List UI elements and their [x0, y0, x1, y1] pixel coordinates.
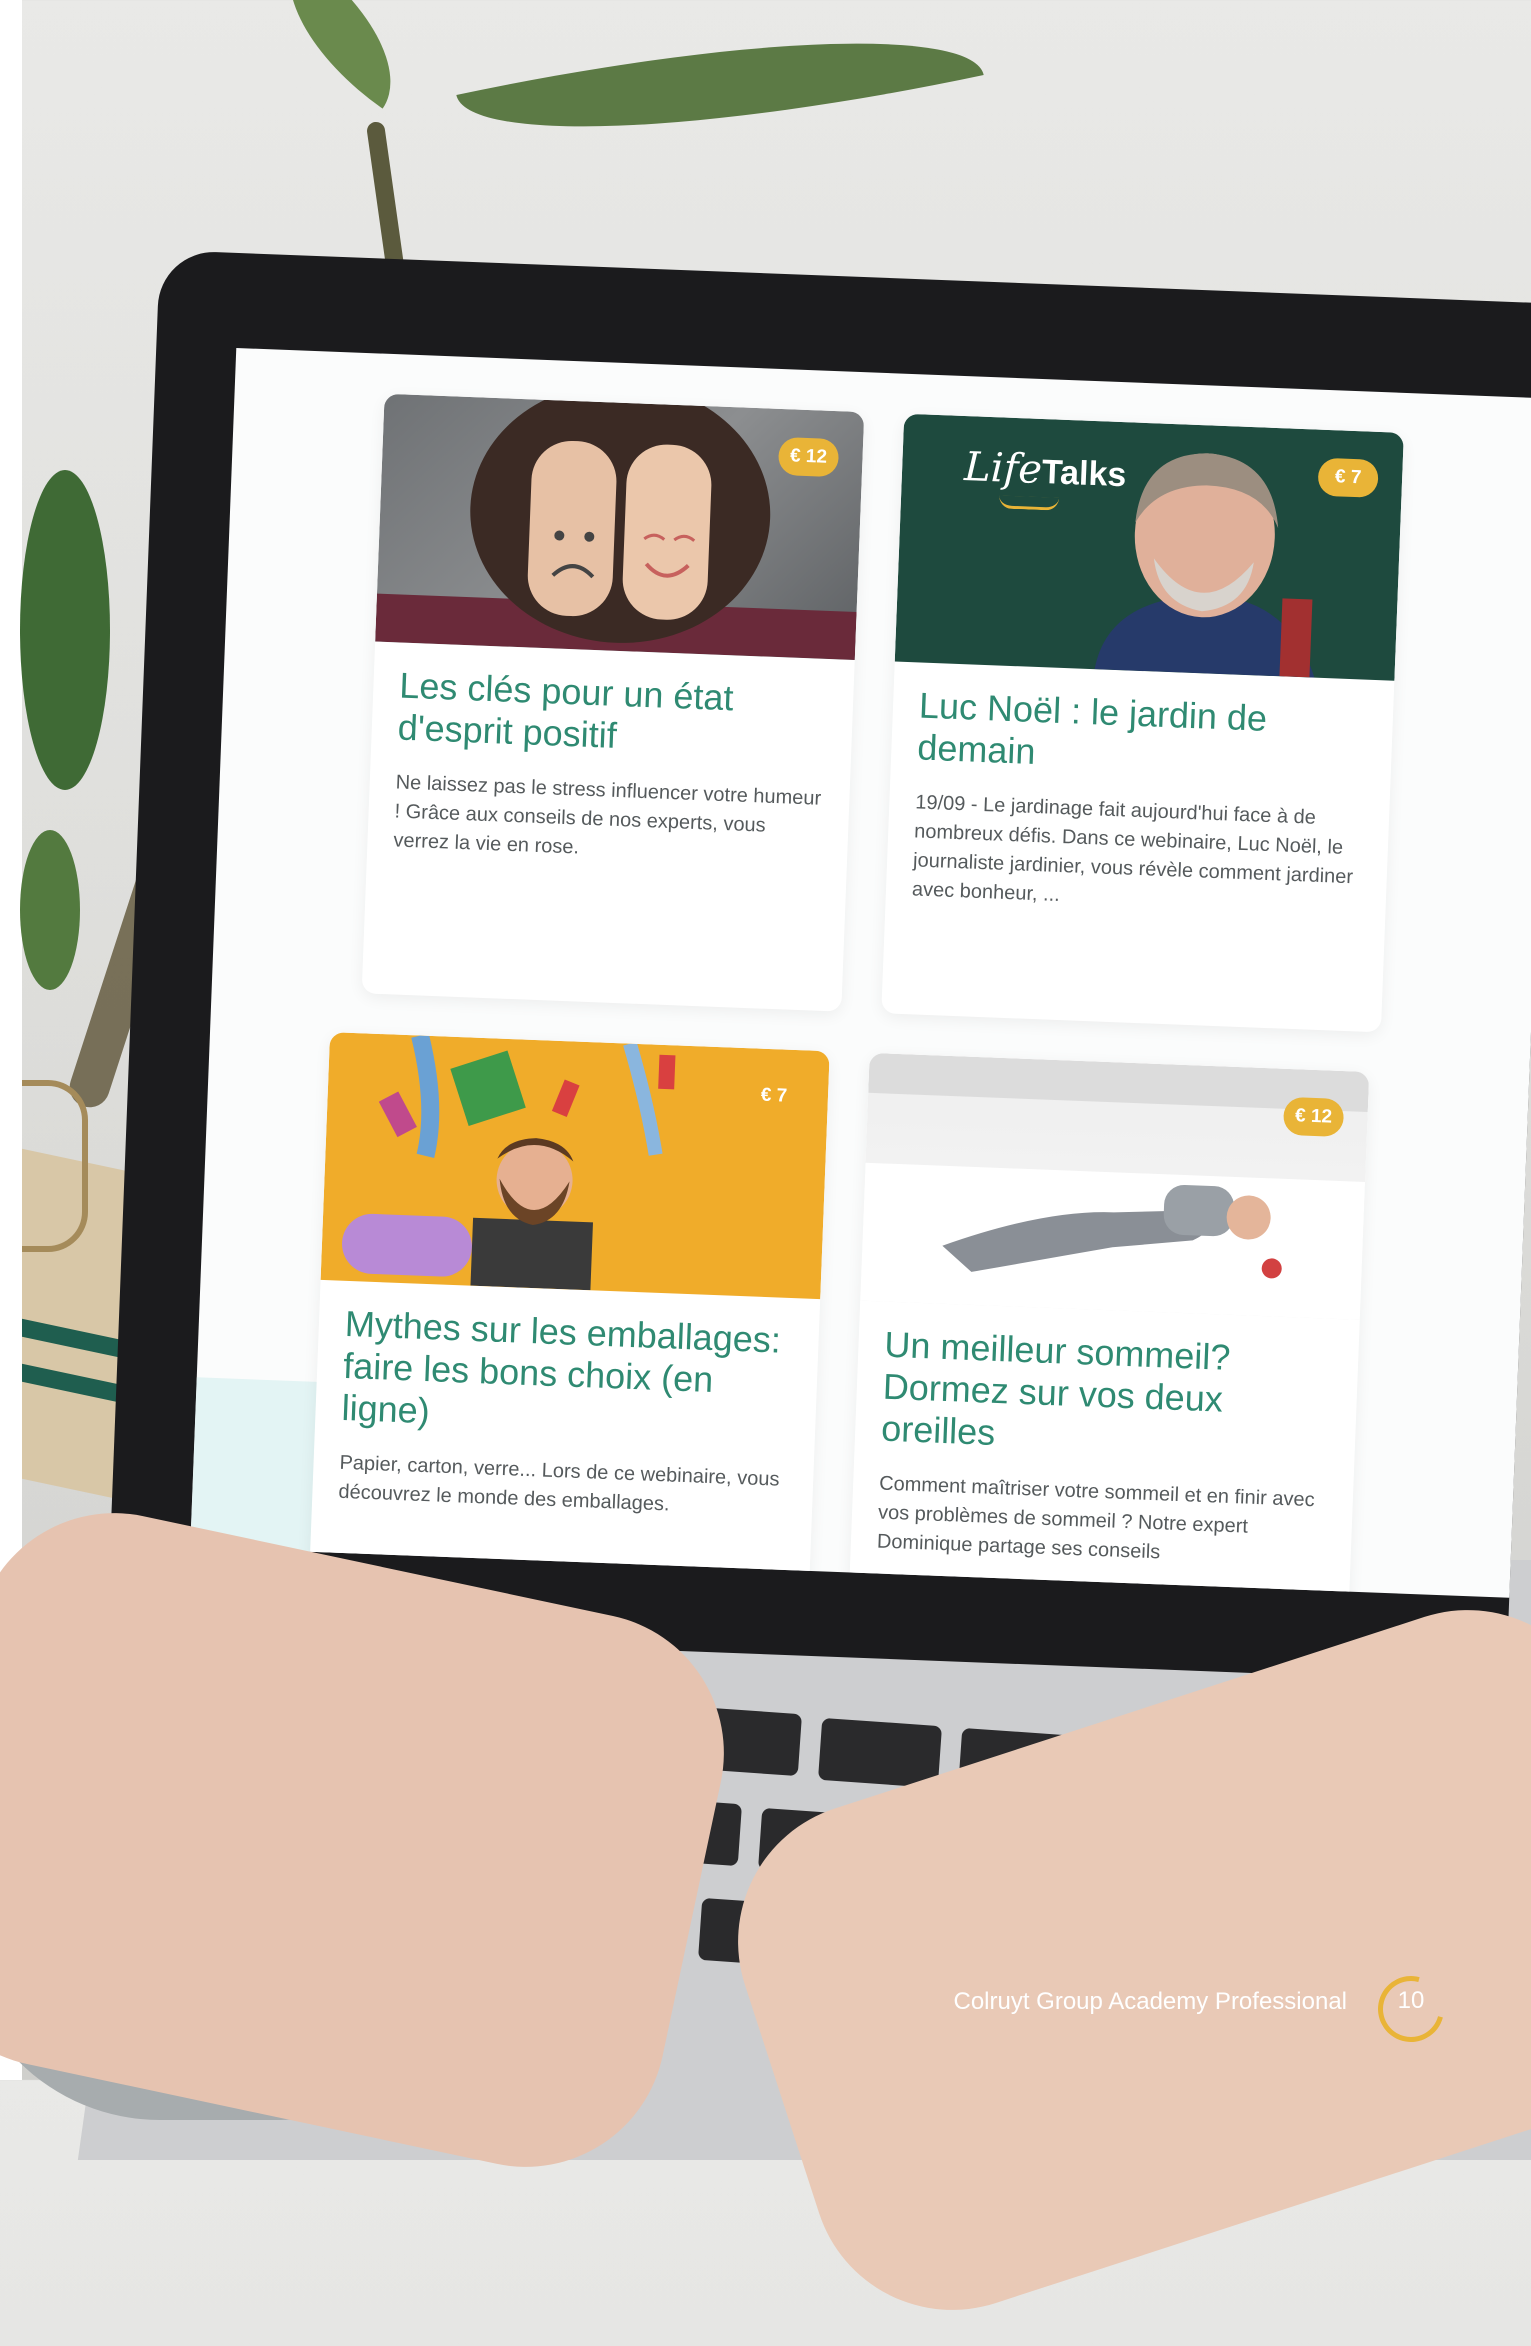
price-badge: € 12 [777, 436, 840, 478]
price-badge: € 7 [760, 1084, 788, 1107]
laptop: € 12 Les clés pour un état d'esprit posi… [107, 250, 1531, 1683]
price-badge: € 7 [1317, 457, 1379, 498]
notebook-ring [22, 1080, 88, 1252]
sleep-illustration [860, 1052, 1370, 1320]
plant-leaf [20, 830, 80, 990]
plant-leaf [251, 0, 429, 109]
course-card[interactable]: € 7 Mythes sur les emballages: faire les… [308, 1032, 830, 1598]
page-number: 10 [1397, 1987, 1425, 2014]
card-description: Comment maîtriser votre sommeil et en fi… [876, 1472, 1315, 1564]
course-card[interactable]: LifeTalks € 7 Luc Noël : le jardin de de… [881, 413, 1404, 1033]
card-title[interactable]: Mythes sur les emballages: faire les bon… [341, 1303, 794, 1446]
card-title[interactable]: Les clés pour un état d'esprit positif [397, 665, 828, 765]
logo-life-text: Life [963, 444, 1043, 494]
price-badge: € 12 [1282, 1096, 1345, 1138]
lifetalks-logo: LifeTalks [963, 444, 1128, 511]
footer-brand: Colruyt Group Academy Professional [953, 1988, 1347, 2015]
hands-illustration [375, 393, 857, 660]
card-description: Papier, carton, verre... Lors de ce webi… [338, 1451, 780, 1516]
laptop-screen: € 12 Les clés pour un état d'esprit posi… [190, 348, 1531, 1598]
card-description: Ne laissez pas le stress influencer votr… [393, 771, 822, 859]
course-card[interactable]: € 12 Les clés pour un état d'esprit posi… [361, 393, 865, 1012]
card-title[interactable]: Un meilleur sommeil? Dormez sur vos deux… [880, 1324, 1333, 1467]
plant-leaf [456, 0, 984, 184]
card-image-hands-over-eyes: € 12 [375, 393, 865, 660]
plant-leaf [20, 470, 110, 790]
packaging-illustration [342, 1033, 676, 1291]
card-image-sleeping-person: € 12 [860, 1052, 1370, 1320]
card-title[interactable]: Luc Noël : le jardin de demain [917, 684, 1368, 785]
course-card[interactable]: € 12 Un meilleur sommeil? Dormez sur vos… [848, 1052, 1370, 1598]
card-image-lifetalks-speaker: LifeTalks € 7 [894, 413, 1404, 681]
card-description: 19/09 - Le jardinage fait aujourd'hui fa… [911, 791, 1354, 907]
card-image-packaging: € 7 [320, 1032, 830, 1300]
logo-talks-text: Talks [1041, 453, 1128, 495]
